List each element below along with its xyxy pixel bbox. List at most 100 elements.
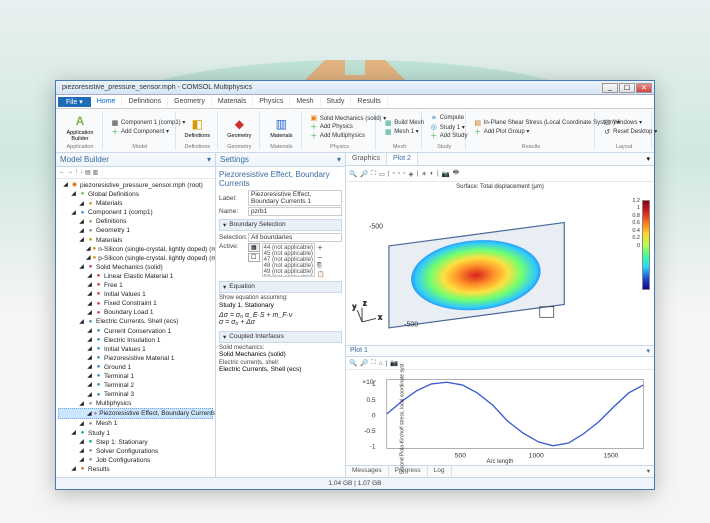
component-dropdown[interactable]: ▦Component 1 (comp1) ▾	[109, 119, 187, 127]
tree-item[interactable]: ◢●Solid Mechanics (solid)	[58, 263, 213, 272]
expand-icon[interactable]: ▤	[85, 169, 91, 176]
tree-item[interactable]: ◢●Initial Values 1	[58, 345, 213, 354]
nav-up-icon[interactable]: ↑	[75, 169, 78, 176]
tree-item[interactable]: ◢●Piezoresistive Material 1	[58, 354, 213, 363]
add-multiphysics-button[interactable]: ＋Add Multiphysics	[308, 132, 367, 140]
panel-collapse-icon[interactable]: ▾	[646, 347, 650, 355]
graphics-tab[interactable]: Graphics	[346, 153, 387, 165]
tree-item[interactable]: ◢●Materials	[58, 236, 213, 245]
tree-item[interactable]: ◢●Mesh 1	[58, 419, 213, 428]
zoom-out-icon[interactable]: 🔎	[360, 170, 368, 178]
zoom-in-icon[interactable]: 🔍	[349, 359, 357, 367]
tab-definitions[interactable]: Definitions	[122, 97, 168, 106]
tab-mesh[interactable]: Mesh	[290, 97, 320, 106]
tree-item[interactable]: ◢●Solver Configurations	[58, 447, 213, 456]
zoom-in-icon[interactable]: 🔍	[349, 170, 357, 178]
geometry-button[interactable]: ◆Geometry	[224, 111, 255, 143]
plot2-tab[interactable]: Plot 2	[387, 153, 418, 165]
mesh-dropdown[interactable]: ▦Mesh 1 ▾	[382, 128, 420, 136]
coupled-interfaces-header[interactable]: ▾Coupled Interfaces	[219, 331, 342, 343]
model-tree[interactable]: ◢◉piezoresistive_pressure_sensor.mph (ro…	[56, 179, 215, 477]
tree-root[interactable]: ◢◉piezoresistive_pressure_sensor.mph (ro…	[58, 181, 213, 190]
solid-mechanics-dropdown[interactable]: Solid Mechanics (solid)	[219, 351, 342, 358]
close-button[interactable]: ✕	[636, 83, 652, 93]
tree-item[interactable]: ◢●Component 1 (comp1)	[58, 208, 213, 217]
tree-item[interactable]: ◢●n-Silicon (single-crystal, lightly dop…	[58, 245, 213, 254]
tree-item[interactable]: ◢●Results	[58, 465, 213, 474]
light-icon[interactable]: ☀	[421, 170, 427, 178]
definitions-button[interactable]: ◧Definitions	[182, 111, 213, 143]
paste-selection-icon[interactable]: 📋	[317, 271, 324, 278]
view-xy-icon[interactable]: ▫	[393, 170, 395, 177]
transparency-icon[interactable]: ◐	[430, 170, 434, 177]
add-plot-group-button[interactable]: ＋Add Plot Group ▾	[472, 128, 532, 136]
tree-item[interactable]: ◢●Geometry 1	[58, 226, 213, 235]
tree-item[interactable]: ◢●Ground 1	[58, 363, 213, 372]
collapse-icon[interactable]: ▥	[93, 169, 99, 176]
panel-collapse-icon[interactable]: ▾	[642, 153, 654, 165]
tab-materials[interactable]: Materials	[212, 97, 253, 106]
add-component-dropdown[interactable]: ＋Add Component ▾	[109, 128, 171, 136]
tree-item[interactable]: ◢●Linear Elastic Material 1	[58, 272, 213, 281]
tree-item[interactable]: ◢●Electric Currents, Shell (ecs)	[58, 317, 213, 326]
tree-item[interactable]: ◢●Initial Values 1	[58, 290, 213, 299]
tree-item[interactable]: ◢●p-Silicon (single-crystal, lightly dop…	[58, 254, 213, 263]
tree-item[interactable]: ◢●Global Definitions	[58, 190, 213, 199]
tree-item[interactable]: ◢●Materials	[58, 199, 213, 208]
tab-geometry[interactable]: Geometry	[168, 97, 212, 106]
tab-physics[interactable]: Physics	[253, 97, 290, 106]
tab-study[interactable]: Study	[321, 97, 352, 106]
equation-header[interactable]: ▾Equation	[219, 281, 342, 293]
tree-item[interactable]: ◢●Electric Insulation 1	[58, 336, 213, 345]
snapshot-icon[interactable]: 📷	[390, 359, 398, 367]
print-icon[interactable]: 🖶	[453, 168, 459, 179]
materials-button[interactable]: ▥Materials	[266, 111, 297, 143]
log-tab[interactable]: Log	[428, 466, 452, 477]
nav-back-icon[interactable]: ←	[59, 169, 65, 176]
tree-item[interactable]: ◢●Multiphysics	[58, 399, 213, 408]
tree-item[interactable]: ◢●Definitions	[58, 217, 213, 226]
active-boundaries-list[interactable]: 44 (not applicable)45 (not applicable)47…	[262, 243, 315, 277]
label-input[interactable]: Piezoresistive Effect, Boundary Currents…	[248, 190, 342, 206]
build-mesh-button[interactable]: ▦Build Mesh	[382, 119, 426, 127]
reset-desktop-button[interactable]: ↺Reset Desktop ▾	[601, 128, 659, 136]
tree-item[interactable]: ◢●Job Configurations	[58, 456, 213, 465]
tree-item[interactable]: ◢●Current Conservation 1	[58, 327, 213, 336]
progress-tab[interactable]: Progress	[389, 466, 428, 477]
plot1-canvas[interactable]: Second Piola-Kirchoff stress, local coor…	[346, 370, 654, 467]
tree-item[interactable]: ◢●Terminal 2	[58, 381, 213, 390]
compute-button[interactable]: ≡Compute	[428, 114, 466, 122]
graphics-canvas[interactable]: Surface: Total displacement (μm)	[346, 182, 654, 345]
physics-dropdown[interactable]: ▣Solid Mechanics (solid) ▾	[308, 114, 388, 122]
windows-dropdown[interactable]: ☐Windows ▾	[601, 119, 644, 127]
file-menu[interactable]: File ▾	[58, 97, 91, 107]
remove-selection-icon[interactable]: －	[317, 253, 324, 262]
select-none-icon[interactable]: ☐	[248, 253, 260, 262]
name-input[interactable]: pzrb1	[248, 207, 342, 216]
add-study-button[interactable]: ＋Add Study	[428, 132, 470, 140]
minimize-button[interactable]: _	[602, 83, 618, 93]
select-all-icon[interactable]: ▦	[248, 243, 260, 252]
add-physics-button[interactable]: ＋Add Physics	[308, 123, 355, 131]
zoom-extents-icon[interactable]: ⛶	[371, 359, 376, 367]
tree-item[interactable]: ◢●Piezoresistive Effect, Boundary Curren…	[58, 408, 213, 419]
snapshot-icon[interactable]: 📷	[442, 170, 450, 178]
equation-study-dropdown[interactable]: Study 1, Stationary	[219, 302, 342, 309]
zoom-out-icon[interactable]: 🔎	[360, 359, 368, 367]
tab-home[interactable]: Home	[91, 97, 123, 106]
study-dropdown[interactable]: ◎Study 1 ▾	[428, 123, 467, 131]
home-icon[interactable]: ⌂	[379, 360, 383, 367]
panel-collapse-icon[interactable]: ▾	[337, 155, 341, 164]
tree-item[interactable]: ◢●Step 1: Stationary	[58, 438, 213, 447]
tab-results[interactable]: Results	[351, 97, 387, 106]
zoom-box-icon[interactable]: ▭	[379, 170, 385, 178]
tree-item[interactable]: ◢●Study 1	[58, 429, 213, 438]
electric-currents-dropdown[interactable]: Electric Currents, Shell (ecs)	[219, 366, 342, 373]
panel-collapse-icon[interactable]: ▾	[207, 155, 211, 164]
add-selection-icon[interactable]: ＋	[317, 243, 324, 252]
nav-down-icon[interactable]: ↓	[80, 169, 83, 176]
boundary-selection-header[interactable]: ▾Boundary Selection	[219, 219, 342, 231]
panel-collapse-icon[interactable]: ▾	[643, 466, 654, 477]
zoom-extents-icon[interactable]: ⛶	[371, 170, 376, 178]
application-builder-button[interactable]: A Application Builder	[62, 111, 98, 143]
